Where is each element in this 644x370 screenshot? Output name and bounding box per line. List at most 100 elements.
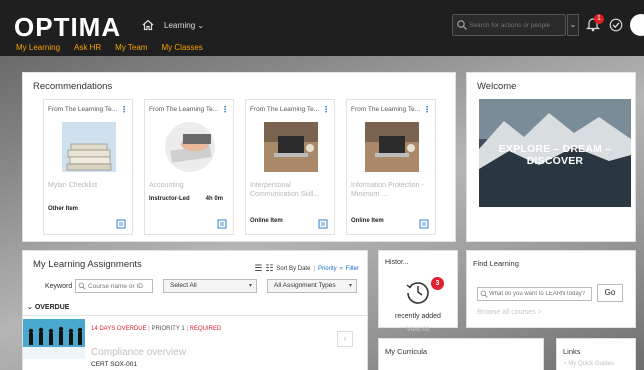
- welcome-title: Welcome: [477, 81, 517, 92]
- more-options-icon[interactable]: ⋮: [120, 105, 128, 114]
- chevron-down-icon: ▾: [248, 283, 252, 289]
- select-all-label: Select All: [170, 282, 197, 289]
- subnav-my-learning[interactable]: My Learning: [16, 43, 60, 52]
- sort-by-date[interactable]: Sort By Date: [276, 266, 310, 272]
- links-panel: Links ◔ My Quick Guides: [556, 338, 636, 370]
- learning-menu-label: Learning: [164, 21, 196, 30]
- links-title: Links: [563, 347, 581, 356]
- required-label: REQUIRED: [189, 326, 222, 332]
- top-navigation-bar: OPTIMA Learning ⌄ ⌄ 1 My Learning Ask HR…: [0, 0, 644, 56]
- notification-count-badge: 1: [594, 14, 604, 24]
- learning-menu[interactable]: Learning ⌄: [164, 21, 204, 30]
- search-scope-dropdown[interactable]: ⌄: [567, 14, 579, 36]
- history-title: Histor...: [385, 259, 409, 266]
- document-icon[interactable]: [217, 219, 227, 229]
- user-avatar[interactable]: [630, 14, 644, 36]
- search-icon: [457, 20, 467, 30]
- document-icon[interactable]: [419, 219, 429, 229]
- assignment-title[interactable]: Compliance overview: [91, 347, 186, 358]
- assignments-toolbar: ☰ ☷ Sort By Date | Priority ▿ Filter: [254, 263, 359, 274]
- recommendation-card[interactable]: From The Learning Te... ⋮ Mylan Checklis…: [43, 99, 133, 235]
- recommendations-panel: Recommendations From The Learning Te... …: [22, 72, 456, 242]
- card-duration: 4h 0m: [205, 196, 223, 202]
- search-icon: [480, 290, 488, 298]
- view-all-link[interactable]: View All: [379, 326, 457, 333]
- global-search-input[interactable]: [469, 18, 564, 33]
- keyword-search-input[interactable]: [75, 279, 153, 293]
- card-source: From The Learning Te...: [351, 106, 421, 113]
- go-button[interactable]: Go: [597, 284, 623, 302]
- card-type: Online Item: [351, 218, 384, 224]
- more-options-icon[interactable]: ⋮: [221, 105, 229, 114]
- compact-view-icon[interactable]: ☷: [265, 263, 273, 274]
- assignments-title: My Learning Assignments: [33, 259, 142, 270]
- card-title[interactable]: Information Protection - Minimum ...: [351, 182, 433, 200]
- document-icon[interactable]: [318, 219, 328, 229]
- curricula-panel: My Curricula: [378, 338, 544, 370]
- laptop-desk-thumbnail: [264, 122, 318, 172]
- history-count-badge: 3: [431, 277, 444, 290]
- chevron-right-icon[interactable]: ›: [337, 331, 353, 347]
- find-learning-title: Find Learning: [473, 259, 519, 268]
- separator: |: [313, 265, 315, 272]
- overdue-section-toggle[interactable]: ⌄ OVERDUE: [27, 303, 69, 311]
- welcome-panel: Welcome EXPLORE – DREAM – DISCOVER: [466, 72, 636, 242]
- list-view-icon[interactable]: ☰: [254, 263, 262, 274]
- chevron-down-icon: ⌄: [197, 21, 205, 30]
- recommendation-card[interactable]: From The Learning Te... ⋮ Information Pr…: [346, 99, 436, 235]
- select-all-dropdown[interactable]: Select All ▾: [163, 279, 257, 293]
- curricula-title: My Curricula: [385, 347, 428, 356]
- laptop-desk-thumbnail: [365, 122, 419, 172]
- recommendations-title: Recommendations: [33, 81, 113, 92]
- books-thumbnail: [62, 122, 116, 172]
- home-icon[interactable]: [142, 19, 154, 31]
- card-source: From The Learning Te...: [250, 106, 320, 113]
- more-options-icon[interactable]: ⋮: [423, 105, 431, 114]
- history-panel: Histor... 3 recently added View All: [378, 250, 458, 333]
- subnav-my-team[interactable]: My Team: [115, 43, 147, 52]
- card-source: From The Learning Te...: [149, 106, 219, 113]
- recently-added-label: recently added: [395, 313, 441, 320]
- typing-hands-thumbnail: [165, 122, 215, 172]
- priority-label: PRIORITY 1: [151, 326, 185, 332]
- subnav-ask-hr[interactable]: Ask HR: [74, 43, 101, 52]
- card-title[interactable]: Accounting: [149, 182, 231, 191]
- assignments-panel: My Learning Assignments ☰ ☷ Sort By Date…: [22, 250, 368, 370]
- assignment-cert-id: CERT SOX-001: [91, 361, 138, 368]
- days-overdue: 14 DAYS OVERDUE: [91, 326, 147, 332]
- compliance-thumbnail: [23, 319, 85, 359]
- card-title[interactable]: Mylan Checklist: [48, 182, 130, 191]
- global-search: [452, 14, 566, 36]
- recommendation-card[interactable]: From The Learning Te... ⋮ Accounting Ins…: [144, 99, 234, 235]
- overdue-label: OVERDUE: [34, 304, 70, 311]
- keyword-label: Keyword: [45, 283, 73, 290]
- links-item-label: My Quick Guides: [568, 361, 614, 367]
- card-title[interactable]: Interpersonal Communication Skill...: [250, 182, 332, 200]
- sub-navigation: My Learning Ask HR My Team My Classes: [16, 43, 203, 52]
- subnav-my-classes[interactable]: My Classes: [161, 43, 202, 52]
- search-icon: [78, 282, 86, 290]
- more-options-icon[interactable]: ⋮: [322, 105, 330, 114]
- card-type: Online Item: [250, 218, 283, 224]
- filter-icon[interactable]: ▿: [340, 265, 343, 272]
- welcome-banner-text: EXPLORE – DREAM – DISCOVER: [498, 143, 612, 167]
- assignment-type-label: All Assignment Types: [274, 282, 336, 289]
- card-type: Instructor-Led: [149, 196, 190, 202]
- card-type: Other Item: [48, 206, 79, 212]
- assignment-status-line: 14 DAYS OVERDUE | PRIORITY 1 | REQUIRED: [91, 326, 221, 332]
- links-item[interactable]: ◔ My Quick Guides: [563, 361, 614, 367]
- chevron-down-icon: ⌄: [27, 304, 35, 311]
- filter-link[interactable]: Filter: [346, 266, 359, 272]
- assignment-type-dropdown[interactable]: All Assignment Types ▾: [267, 279, 357, 293]
- brand-logo[interactable]: OPTIMA: [14, 12, 121, 43]
- chevron-down-icon: ▾: [348, 283, 352, 289]
- history-clock-icon[interactable]: [405, 279, 431, 305]
- approvals-check-icon[interactable]: [609, 18, 623, 32]
- recommendation-card[interactable]: From The Learning Te... ⋮ Interpersonal …: [245, 99, 335, 235]
- divider: [23, 315, 367, 316]
- browse-all-courses-link[interactable]: Browse all courses >: [477, 309, 542, 316]
- document-icon[interactable]: [116, 219, 126, 229]
- sort-priority-link[interactable]: Priority: [318, 266, 337, 272]
- find-learning-input[interactable]: [477, 287, 592, 301]
- find-learning-panel: Find Learning Go Browse all courses >: [466, 250, 636, 328]
